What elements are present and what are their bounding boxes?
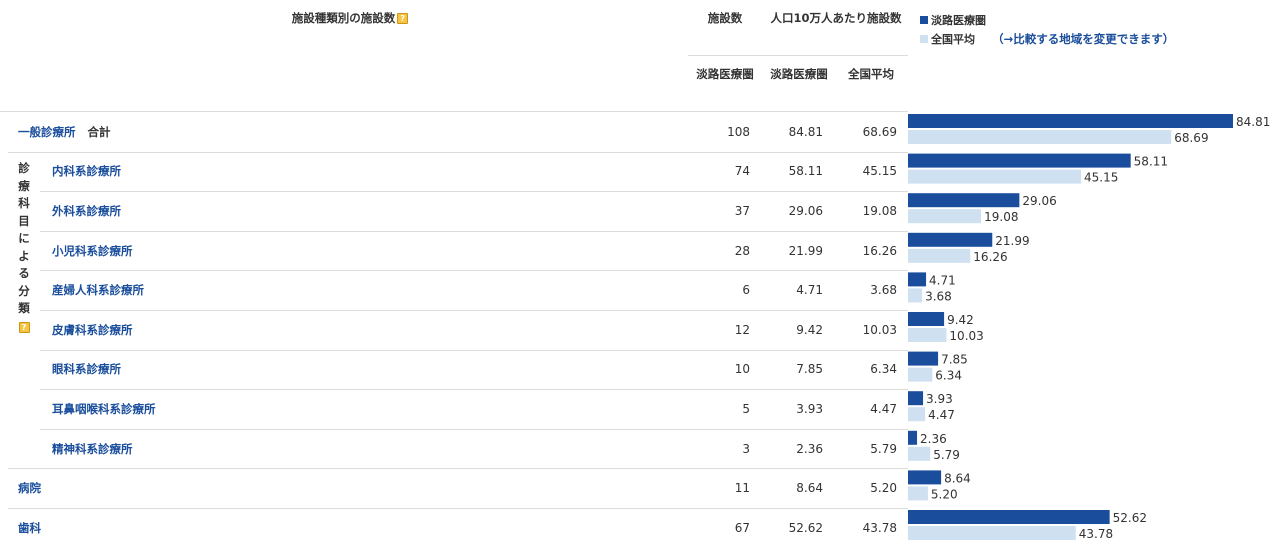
bar-label-area: 7.85 [941, 353, 968, 367]
bar-national [908, 367, 933, 382]
bar-area [908, 114, 1233, 128]
bar-label-area: 21.99 [995, 234, 1029, 248]
bar-label-national: 4.47 [928, 408, 955, 422]
bar-label-area: 3.93 [926, 392, 953, 406]
bar-area [908, 430, 918, 445]
bar-label-area: 2.36 [920, 432, 947, 446]
bar-label-area: 4.71 [929, 273, 956, 287]
bar-label-national: 43.78 [1079, 527, 1113, 541]
bar-national [908, 209, 982, 224]
bar-label-national: 6.34 [935, 369, 962, 383]
bar-national [908, 486, 928, 501]
bar-national [908, 169, 1082, 184]
bar-label-area: 8.64 [944, 471, 971, 485]
bar-area [908, 351, 939, 366]
bar-label-area: 84.81 [1236, 115, 1270, 129]
bar-label-national: 16.26 [973, 250, 1007, 264]
bar-area [908, 153, 1131, 168]
bar-label-area: 29.06 [1022, 194, 1056, 208]
bar-label-national: 68.69 [1174, 131, 1208, 145]
bar-label-area: 58.11 [1134, 155, 1168, 169]
bar-area [908, 272, 927, 287]
bar-label-national: 5.79 [933, 448, 960, 462]
bar-national [908, 446, 931, 461]
bar-label-national: 3.68 [925, 289, 952, 303]
bar-national [908, 328, 947, 342]
bar-label-national: 19.08 [984, 210, 1018, 224]
bar-label-national: 45.15 [1084, 171, 1118, 185]
bar-label-area: 9.42 [947, 313, 974, 327]
bar-area [908, 391, 924, 406]
bar-area [908, 510, 1110, 524]
bar-chart: 84.81 68.69 58.11 45.15 29.06 19.08 21.99 16.26… [908, 114, 1270, 541]
bar-national [908, 248, 971, 263]
bar-national [908, 526, 1076, 540]
bar-label-area: 52.62 [1113, 511, 1147, 525]
bar-national [908, 130, 1172, 144]
bar-area [908, 470, 942, 485]
bar-area [908, 312, 945, 326]
bar-national [908, 288, 923, 303]
bar-area [908, 193, 1020, 208]
bar-label-national: 10.03 [949, 329, 983, 343]
bar-area [908, 232, 993, 247]
bar-label-national: 5.20 [931, 487, 958, 501]
bar-national [908, 407, 926, 422]
